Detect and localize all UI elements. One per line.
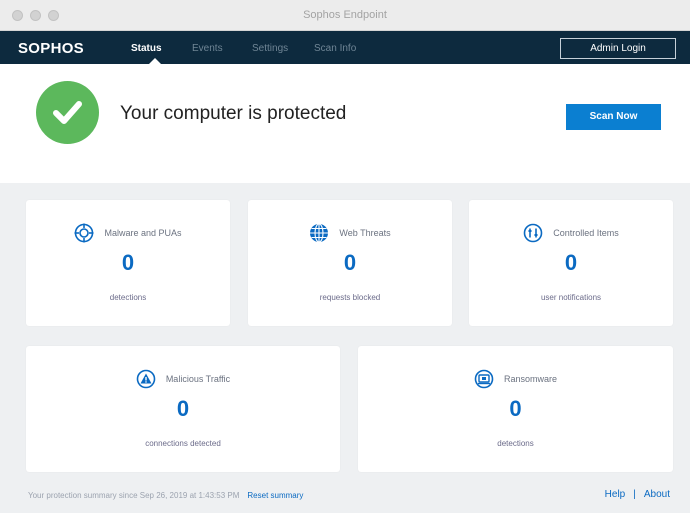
card-header: Controlled Items bbox=[469, 223, 673, 243]
malware-card[interactable]: Malware and PUAs 0 detections bbox=[26, 200, 230, 326]
ransomware-card[interactable]: Ransomware 0 detections bbox=[358, 346, 673, 472]
globe-icon bbox=[310, 223, 329, 243]
card-title: Web Threats bbox=[339, 228, 391, 238]
summary-panel: Malware and PUAs 0 detections Web Threat… bbox=[0, 183, 690, 513]
malware-target-icon bbox=[74, 223, 94, 243]
card-title: Controlled Items bbox=[553, 228, 619, 238]
controlled-items-icon bbox=[523, 223, 543, 243]
card-subtitle: connections detected bbox=[145, 439, 221, 448]
about-link[interactable]: About bbox=[644, 489, 670, 500]
ransomware-count: 0 bbox=[509, 396, 522, 421]
web-threats-card[interactable]: Web Threats 0 requests blocked bbox=[248, 200, 452, 326]
card-subtitle: detections bbox=[497, 439, 534, 448]
card-title: Ransomware bbox=[503, 374, 558, 384]
ransomware-icon bbox=[474, 369, 494, 389]
malicious-traffic-count: 0 bbox=[176, 396, 190, 421]
scan-now-button[interactable]: Scan Now bbox=[566, 104, 661, 130]
web-threats-count: 0 bbox=[343, 250, 357, 275]
footer-links: Help | About bbox=[605, 489, 670, 500]
card-header: Ransomware bbox=[358, 369, 673, 389]
protection-status-header: Your computer is protected Scan Now bbox=[0, 64, 690, 183]
protection-summary-footer: Your protection summary since Sep 26, 20… bbox=[28, 491, 303, 500]
malware-count: 0 bbox=[121, 250, 135, 275]
window-title-bar: Sophos Endpoint bbox=[0, 0, 690, 31]
protection-status-message: Your computer is protected bbox=[120, 103, 347, 124]
card-title: Malicious Traffic bbox=[165, 374, 231, 384]
tab-settings[interactable]: Settings bbox=[252, 43, 288, 54]
card-subtitle: user notifications bbox=[540, 293, 602, 302]
reset-summary-link[interactable]: Reset summary bbox=[247, 491, 303, 500]
card-header: Malware and PUAs bbox=[26, 223, 230, 243]
window-title: Sophos Endpoint bbox=[303, 9, 387, 21]
card-title: Malware and PUAs bbox=[104, 228, 182, 238]
help-link[interactable]: Help bbox=[605, 489, 626, 500]
card-header: Web Threats bbox=[248, 223, 452, 243]
summary-since-text: Your protection summary since Sep 26, 20… bbox=[28, 491, 240, 500]
footer-separator: | bbox=[633, 489, 636, 500]
sophos-logo: SOPHOS bbox=[18, 40, 84, 57]
controlled-items-count: 0 bbox=[564, 250, 578, 275]
card-subtitle: requests blocked bbox=[319, 293, 381, 302]
card-header: Malicious Traffic bbox=[26, 369, 340, 389]
card-subtitle: detections bbox=[109, 293, 147, 302]
check-icon bbox=[36, 81, 99, 144]
admin-login-button[interactable]: Admin Login bbox=[560, 38, 676, 59]
controlled-items-card[interactable]: Controlled Items 0 user notifications bbox=[469, 200, 673, 326]
tab-scan-info[interactable]: Scan Info bbox=[314, 43, 356, 54]
warning-triangle-icon bbox=[136, 369, 156, 389]
tab-events[interactable]: Events bbox=[192, 43, 223, 54]
tab-status[interactable]: Status bbox=[131, 43, 162, 54]
malicious-traffic-card[interactable]: Malicious Traffic 0 connections detected bbox=[26, 346, 340, 472]
